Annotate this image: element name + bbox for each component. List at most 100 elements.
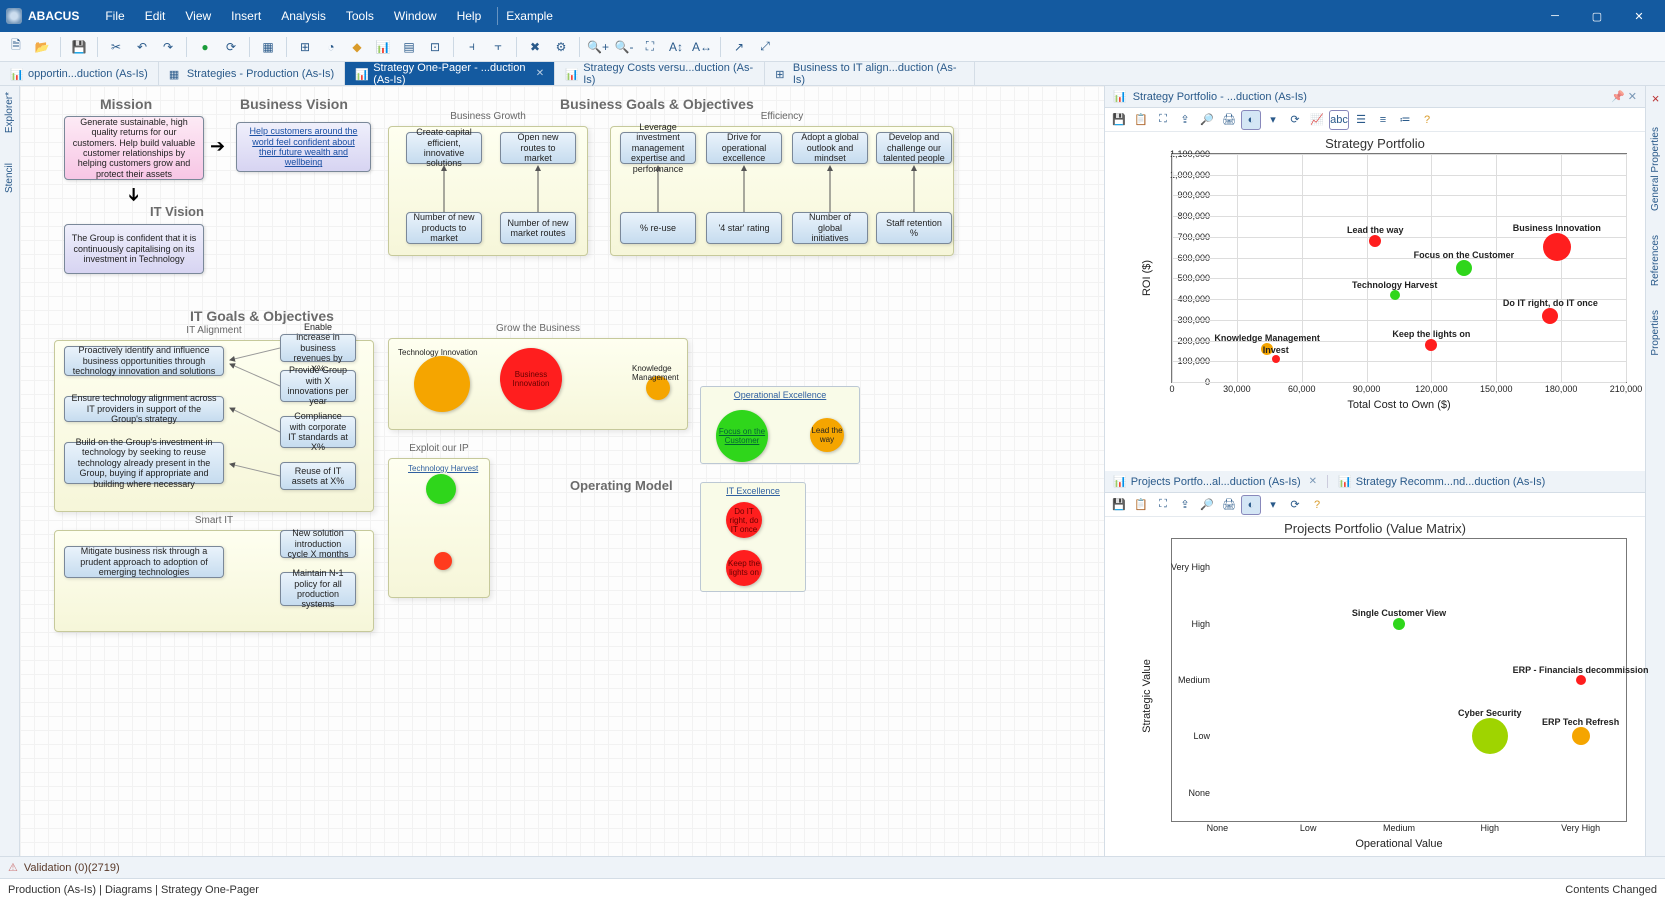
save-icon[interactable]: 💾 (67, 35, 91, 59)
bar-icon[interactable]: 📊 (371, 35, 395, 59)
pane-tab-strategy-portfolio[interactable]: 📊 Strategy Portfolio - ...duction (As-Is… (1105, 86, 1645, 108)
menu-view[interactable]: View (177, 5, 219, 27)
menu-file[interactable]: File (97, 5, 132, 27)
tab-strategy-costs[interactable]: 📊Strategy Costs versu...duction (As-Is) (555, 62, 765, 85)
stencil-tab[interactable]: Stencil (4, 163, 15, 193)
smartit-o1[interactable]: Mitigate business risk through a prudent… (64, 546, 224, 578)
save-icon[interactable]: 💾 (1109, 110, 1129, 130)
minimize-button[interactable]: ─ (1535, 1, 1575, 31)
eff-obj1[interactable]: Leverage investment management expertise… (620, 132, 696, 164)
find-icon[interactable]: 🔎 (1197, 110, 1217, 130)
bubble-do-it-right[interactable]: Do IT right, do IT once (726, 502, 762, 538)
copy-icon[interactable]: 📋 (1131, 495, 1151, 515)
redo-icon[interactable]: ↷ (156, 35, 180, 59)
eff-m1[interactable]: % re-use (620, 212, 696, 244)
help-icon[interactable]: ? (1417, 110, 1437, 130)
text-a-icon[interactable]: A↕ (664, 35, 688, 59)
distribute-icon[interactable]: ⫟ (486, 35, 510, 59)
print-icon[interactable]: 🖨 (1219, 495, 1239, 515)
eff-obj2[interactable]: Drive for operational excellence (706, 132, 782, 164)
print-icon[interactable]: 🖨 (1219, 110, 1239, 130)
bubble-lead-way[interactable]: Lead the way (810, 418, 844, 452)
chart-type-icon[interactable]: 📈 (1307, 110, 1327, 130)
mode-icon[interactable]: ◐ (1241, 495, 1261, 515)
bgrowth-obj1[interactable]: Create capital efficient, innovative sol… (406, 132, 482, 164)
layout-icon[interactable]: ⊡ (423, 35, 447, 59)
tab-strategies[interactable]: ▦Strategies - Production (As-Is) (159, 62, 345, 85)
italign-o3[interactable]: Build on the Group's investment in techn… (64, 442, 224, 484)
tools-icon[interactable]: ✖ (523, 35, 547, 59)
settings-icon[interactable]: ≡ (1373, 110, 1393, 130)
mission-box[interactable]: Generate sustainable, high quality retur… (64, 116, 204, 180)
menu-window[interactable]: Window (386, 5, 445, 27)
smartit-k1[interactable]: New solution introduction cycle X months (280, 530, 356, 558)
properties-tab[interactable]: Properties (1650, 310, 1661, 356)
expand-icon[interactable]: ⛶ (1153, 110, 1173, 130)
bgrowth-obj2[interactable]: Open new routes to market (500, 132, 576, 164)
arrange-icon[interactable]: ↗ (727, 35, 751, 59)
refresh-icon[interactable]: ⟳ (1285, 110, 1305, 130)
itvision-box[interactable]: The Group is confident that it is contin… (64, 224, 204, 274)
tab-strategy-one-pager[interactable]: 📊Strategy One-Pager - ...duction (As-Is)… (345, 62, 555, 85)
cut-icon[interactable]: ✂ (104, 35, 128, 59)
italign-k4[interactable]: Reuse of IT assets at X% (280, 462, 356, 490)
strategy-portfolio-plot[interactable]: 0100,000200,000300,000400,000500,000600,… (1171, 153, 1627, 383)
eff-obj4[interactable]: Develop and challenge our talented peopl… (876, 132, 952, 164)
bvision-box[interactable]: Help customers around the world feel con… (236, 122, 371, 172)
tab-biz-it-align[interactable]: ⊞Business to IT align...duction (As-Is) (765, 62, 975, 85)
report-icon[interactable]: ▤ (397, 35, 421, 59)
italign-o1[interactable]: Proactively identify and influence busin… (64, 346, 224, 376)
tab-opportunities[interactable]: 📊opportin...duction (As-Is) (0, 62, 159, 85)
mode-icon[interactable]: ◐ (1241, 110, 1261, 130)
italign-k3[interactable]: Compliance with corporate IT standards a… (280, 416, 356, 448)
open-icon[interactable]: 📂 (30, 35, 54, 59)
copy-icon[interactable]: 📋 (1131, 110, 1151, 130)
menu-edit[interactable]: Edit (137, 5, 174, 27)
close-button[interactable]: ✕ (1619, 1, 1659, 31)
help-icon[interactable]: ? (1307, 495, 1327, 515)
pie-icon[interactable]: ◔ (319, 35, 343, 59)
table-icon[interactable]: ▦ (256, 35, 280, 59)
align-icon[interactable]: ⫞ (460, 35, 484, 59)
bubble-exploit-small[interactable] (434, 552, 452, 570)
cube-icon[interactable]: ◆ (345, 35, 369, 59)
diagram-canvas[interactable]: Mission Business Vision Business Goals &… (20, 86, 1105, 856)
eff-m2[interactable]: '4 star' rating (706, 212, 782, 244)
smartit-k2[interactable]: Maintain N-1 policy for all production s… (280, 572, 356, 606)
refresh-icon[interactable]: ⟳ (219, 35, 243, 59)
text-b-icon[interactable]: A↔ (690, 35, 714, 59)
save-icon[interactable]: 💾 (1109, 495, 1129, 515)
export-icon[interactable]: ⇪ (1175, 110, 1195, 130)
fit-icon[interactable]: ⛶ (638, 35, 662, 59)
bubble-tech-harvest[interactable] (426, 474, 456, 504)
projects-portfolio-plot[interactable]: NoneLowMediumHighVery High NoneLowMedium… (1171, 538, 1627, 822)
eff-m3[interactable]: Number of global initiatives (792, 212, 868, 244)
zoom-out-icon[interactable]: 🔍- (612, 35, 636, 59)
expand-icon[interactable]: ⛶ (1153, 495, 1173, 515)
eff-obj3[interactable]: Adopt a global outlook and mindset (792, 132, 868, 164)
menu-help[interactable]: Help (449, 5, 490, 27)
bubble-biz-innovation[interactable]: Business Innovation (500, 348, 562, 410)
maximize-button[interactable]: ▢ (1577, 1, 1617, 31)
bubble-tech-innovation[interactable] (414, 356, 470, 412)
export-icon[interactable]: ⇪ (1175, 495, 1195, 515)
italign-o2[interactable]: Ensure technology alignment across IT pr… (64, 396, 224, 422)
expand-icon[interactable]: ⤢ (753, 35, 777, 59)
tab-close-icon[interactable]: ✕ (536, 68, 544, 79)
bubble-focus-customer[interactable]: Focus on the Customer (716, 410, 768, 462)
label-icon[interactable]: abc (1329, 110, 1349, 130)
general-properties-tab[interactable]: General Properties (1650, 127, 1661, 211)
bgrowth-m2[interactable]: Number of new market routes (500, 212, 576, 244)
pin-icon[interactable]: 📌 ✕ (1611, 90, 1637, 103)
bgrowth-m1[interactable]: Number of new products to market (406, 212, 482, 244)
zoom-in-icon[interactable]: 🔍+ (586, 35, 610, 59)
bubble-keep-lights[interactable]: Keep the lights on (726, 550, 762, 586)
references-tab[interactable]: References (1650, 235, 1661, 286)
menu-insert[interactable]: Insert (223, 5, 269, 27)
refresh-icon[interactable]: ⟳ (1285, 495, 1305, 515)
menu-analysis[interactable]: Analysis (273, 5, 334, 27)
eff-m4[interactable]: Staff retention % (876, 212, 952, 244)
italign-k2[interactable]: Provide Group with X innovations per yea… (280, 370, 356, 402)
new-file-icon[interactable]: 🗎 (4, 35, 28, 59)
matrix-icon[interactable]: ⊞ (293, 35, 317, 59)
